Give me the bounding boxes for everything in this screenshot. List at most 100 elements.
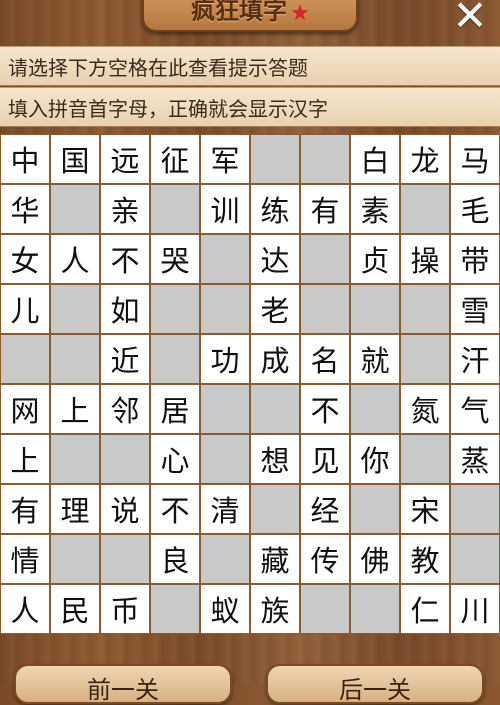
grid-cell[interactable]: 毛 — [450, 184, 500, 234]
grid-cell-empty[interactable] — [300, 584, 350, 634]
grid-cell[interactable]: 邻 — [100, 384, 150, 434]
grid-cell[interactable]: 素 — [350, 184, 400, 234]
grid-cell[interactable]: 居 — [150, 384, 200, 434]
grid-cell-empty[interactable] — [200, 234, 250, 284]
grid-cell[interactable]: 儿 — [0, 284, 50, 334]
grid-cell-empty[interactable] — [400, 334, 450, 384]
grid-cell[interactable]: 女 — [0, 234, 50, 284]
next-level-button[interactable]: 后一关 — [266, 664, 484, 704]
grid-cell-empty[interactable] — [150, 184, 200, 234]
grid-cell[interactable]: 贞 — [350, 234, 400, 284]
grid-cell[interactable]: 川 — [450, 584, 500, 634]
grid-cell-empty[interactable] — [50, 434, 100, 484]
grid-cell[interactable]: 练 — [250, 184, 300, 234]
grid-cell-empty[interactable] — [250, 134, 300, 184]
grid-cell[interactable]: 清 — [200, 484, 250, 534]
grid-cell-empty[interactable] — [450, 534, 500, 584]
grid-cell-empty[interactable] — [50, 184, 100, 234]
grid-cell[interactable]: 网 — [0, 384, 50, 434]
grid-cell[interactable]: 见 — [300, 434, 350, 484]
grid-cell[interactable]: 人 — [50, 234, 100, 284]
grid-cell[interactable]: 良 — [150, 534, 200, 584]
grid-cell[interactable]: 不 — [100, 234, 150, 284]
grid-cell[interactable]: 汗 — [450, 334, 500, 384]
grid-cell[interactable]: 人 — [0, 584, 50, 634]
grid-cell[interactable]: 就 — [350, 334, 400, 384]
grid-cell[interactable]: 操 — [400, 234, 450, 284]
grid-cell[interactable]: 雪 — [450, 284, 500, 334]
grid-cell[interactable]: 带 — [450, 234, 500, 284]
grid-cell-empty[interactable] — [150, 334, 200, 384]
grid-cell[interactable]: 军 — [200, 134, 250, 184]
grid-cell[interactable]: 成 — [250, 334, 300, 384]
grid-cell-empty[interactable] — [50, 534, 100, 584]
grid-cell[interactable]: 说 — [100, 484, 150, 534]
grid-cell[interactable]: 传 — [300, 534, 350, 584]
grid-cell[interactable]: 上 — [0, 434, 50, 484]
grid-cell[interactable]: 想 — [250, 434, 300, 484]
grid-cell[interactable]: 宋 — [400, 484, 450, 534]
grid-cell[interactable]: 亲 — [100, 184, 150, 234]
grid-cell[interactable]: 藏 — [250, 534, 300, 584]
grid-cell[interactable]: 氮 — [400, 384, 450, 434]
grid-cell-empty[interactable] — [350, 284, 400, 334]
grid-cell-empty[interactable] — [300, 284, 350, 334]
grid-cell[interactable]: 不 — [150, 484, 200, 534]
grid-cell[interactable]: 民 — [50, 584, 100, 634]
grid-cell[interactable]: 理 — [50, 484, 100, 534]
grid-cell[interactable]: 老 — [250, 284, 300, 334]
grid-cell[interactable]: 蒸 — [450, 434, 500, 484]
grid-cell-empty[interactable] — [100, 534, 150, 584]
grid-cell[interactable]: 名 — [300, 334, 350, 384]
grid-cell[interactable]: 不 — [300, 384, 350, 434]
grid-cell-empty[interactable] — [250, 384, 300, 434]
grid-cell[interactable]: 有 — [0, 484, 50, 534]
grid-cell[interactable]: 上 — [50, 384, 100, 434]
grid-cell-empty[interactable] — [450, 484, 500, 534]
grid-cell-empty[interactable] — [350, 384, 400, 434]
grid-cell-empty[interactable] — [200, 434, 250, 484]
grid-cell-empty[interactable] — [300, 234, 350, 284]
grid-cell-empty[interactable] — [250, 484, 300, 534]
grid-cell-empty[interactable] — [0, 334, 50, 384]
grid-cell-empty[interactable] — [400, 184, 450, 234]
grid-cell[interactable]: 佛 — [350, 534, 400, 584]
grid-cell-empty[interactable] — [150, 284, 200, 334]
grid-cell[interactable]: 如 — [100, 284, 150, 334]
grid-cell[interactable]: 中 — [0, 134, 50, 184]
grid-cell-empty[interactable] — [200, 384, 250, 434]
prev-level-button[interactable]: 前一关 — [14, 664, 232, 704]
grid-cell[interactable]: 仁 — [400, 584, 450, 634]
grid-cell[interactable]: 达 — [250, 234, 300, 284]
grid-cell[interactable]: 征 — [150, 134, 200, 184]
grid-cell-empty[interactable] — [350, 484, 400, 534]
grid-cell-empty[interactable] — [50, 334, 100, 384]
grid-cell[interactable]: 功 — [200, 334, 250, 384]
grid-cell[interactable]: 经 — [300, 484, 350, 534]
grid-cell[interactable]: 气 — [450, 384, 500, 434]
grid-cell-empty[interactable] — [150, 584, 200, 634]
grid-cell[interactable]: 有 — [300, 184, 350, 234]
grid-cell[interactable]: 你 — [350, 434, 400, 484]
grid-cell[interactable]: 情 — [0, 534, 50, 584]
grid-cell[interactable]: 龙 — [400, 134, 450, 184]
grid-cell-empty[interactable] — [400, 434, 450, 484]
grid-cell[interactable]: 教 — [400, 534, 450, 584]
grid-cell-empty[interactable] — [50, 284, 100, 334]
grid-cell-empty[interactable] — [350, 584, 400, 634]
grid-cell-empty[interactable] — [200, 284, 250, 334]
close-button[interactable]: ✕ — [448, 0, 492, 37]
grid-cell[interactable]: 训 — [200, 184, 250, 234]
grid-cell[interactable]: 哭 — [150, 234, 200, 284]
grid-cell-empty[interactable] — [200, 534, 250, 584]
grid-cell[interactable]: 国 — [50, 134, 100, 184]
grid-cell[interactable]: 近 — [100, 334, 150, 384]
grid-cell[interactable]: 蚁 — [200, 584, 250, 634]
grid-cell[interactable]: 华 — [0, 184, 50, 234]
grid-cell-empty[interactable] — [400, 284, 450, 334]
grid-cell[interactable]: 马 — [450, 134, 500, 184]
grid-cell-empty[interactable] — [300, 134, 350, 184]
grid-cell[interactable]: 族 — [250, 584, 300, 634]
grid-cell[interactable]: 币 — [100, 584, 150, 634]
grid-cell[interactable]: 白 — [350, 134, 400, 184]
